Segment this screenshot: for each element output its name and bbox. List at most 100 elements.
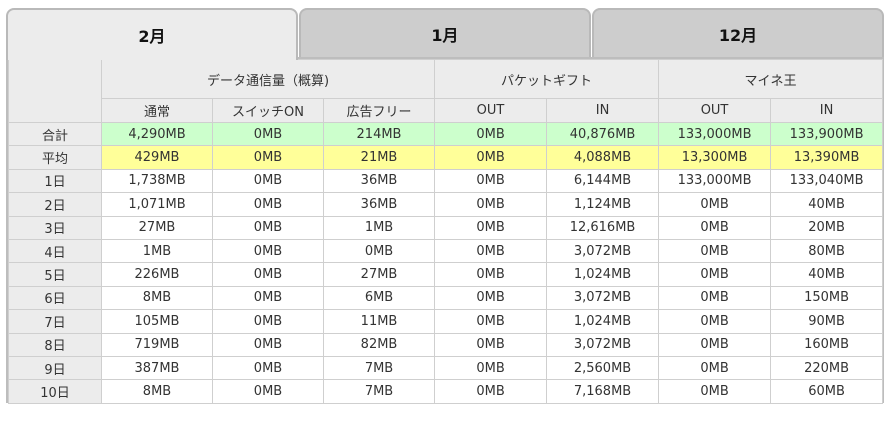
cell: 0MB — [322, 238, 436, 264]
daily-rows: 1日 1,738MB 0MB 36MB 0MB 6,144MB 133,000MB 133,0… — [8, 168, 884, 404]
row-label: 平均 — [8, 145, 102, 170]
cell: 3,072MB — [546, 332, 660, 357]
cell: 133,040MB — [770, 168, 884, 194]
row-label: 5日 — [8, 262, 102, 287]
row-label: 9日 — [8, 355, 102, 381]
cell: 0MB — [434, 379, 548, 404]
row-label: 10日 — [8, 379, 102, 404]
cell: 0MB — [434, 168, 548, 194]
cell: 0MB — [212, 192, 324, 217]
cell: 1,024MB — [546, 309, 660, 334]
cell: 150MB — [770, 285, 884, 311]
cell: 0MB — [434, 332, 548, 357]
cell: 6MB — [322, 285, 436, 311]
cell: 13,300MB — [658, 145, 772, 170]
table-row: 4日 1MB 0MB 0MB 0MB 3,072MB 0MB 80MB — [8, 238, 884, 264]
table-row: 5日 226MB 0MB 27MB 0MB 1,024MB 0MB 40MB — [8, 262, 884, 287]
cell: 719MB — [101, 332, 213, 357]
cell: 220MB — [770, 355, 884, 381]
col-header-normal: 通常 — [101, 98, 213, 123]
cell: 82MB — [322, 332, 436, 357]
cell: 0MB — [212, 332, 324, 357]
cell: 90MB — [770, 309, 884, 334]
cell: 214MB — [322, 121, 436, 147]
cell: 8MB — [101, 379, 213, 404]
cell: 7MB — [322, 355, 436, 381]
cell: 36MB — [322, 168, 436, 194]
cell: 1,124MB — [546, 192, 660, 217]
row-label: 4日 — [8, 238, 102, 264]
cell: 2,560MB — [546, 355, 660, 381]
cell: 1,071MB — [101, 192, 213, 217]
cell: 13,390MB — [770, 145, 884, 170]
cell: 1MB — [101, 238, 213, 264]
cell: 0MB — [212, 262, 324, 287]
cell: 0MB — [434, 309, 548, 334]
month-tabs: 2月 1月 12月 — [6, 8, 884, 60]
cell: 0MB — [658, 262, 772, 287]
data-usage-table: データ通信量（概算) パケットギフト マイネ王 通常 スイッチON 広告フリー … — [8, 59, 884, 404]
cell: 3,072MB — [546, 238, 660, 264]
cell: 387MB — [101, 355, 213, 381]
cell: 0MB — [658, 285, 772, 311]
cell: 21MB — [322, 145, 436, 170]
cell: 27MB — [101, 215, 213, 240]
col-header-ad-free: 広告フリー — [322, 98, 436, 123]
row-label: 7日 — [8, 309, 102, 334]
cell: 0MB — [434, 355, 548, 381]
cell: 0MB — [658, 379, 772, 404]
table-row: 8日 719MB 0MB 82MB 0MB 3,072MB 0MB 160MB — [8, 332, 884, 357]
cell: 0MB — [434, 215, 548, 240]
cell: 40,876MB — [546, 121, 660, 147]
group-header-packet-gift: パケットギフト — [434, 59, 660, 99]
col-header-gift-in: IN — [546, 98, 660, 123]
cell: 0MB — [434, 285, 548, 311]
cell: 0MB — [212, 238, 324, 264]
cell: 0MB — [212, 309, 324, 334]
cell: 0MB — [212, 379, 324, 404]
cell: 40MB — [770, 262, 884, 287]
cell: 40MB — [770, 192, 884, 217]
cell: 4,088MB — [546, 145, 660, 170]
cell: 0MB — [434, 262, 548, 287]
cell: 0MB — [212, 121, 324, 147]
cell: 0MB — [434, 238, 548, 264]
table-row: 1日 1,738MB 0MB 36MB 0MB 6,144MB 133,000MB 133,0… — [8, 168, 884, 194]
cell: 0MB — [658, 238, 772, 264]
cell: 0MB — [434, 121, 548, 147]
col-header-gift-out: OUT — [434, 98, 548, 123]
cell: 6,144MB — [546, 168, 660, 194]
cell: 133,900MB — [770, 121, 884, 147]
table-row: 10日 8MB 0MB 7MB 0MB 7,168MB 0MB 60MB — [8, 379, 884, 404]
group-header-mineo: マイネ王 — [658, 59, 884, 99]
row-label: 8日 — [8, 332, 102, 357]
row-label: 1日 — [8, 168, 102, 194]
cell: 133,000MB — [658, 121, 772, 147]
cell: 226MB — [101, 262, 213, 287]
table-row: 7日 105MB 0MB 11MB 0MB 1,024MB 0MB 90MB — [8, 309, 884, 334]
table-row: 2日 1,071MB 0MB 36MB 0MB 1,124MB 0MB 40MB — [8, 192, 884, 217]
cell: 7MB — [322, 379, 436, 404]
cell: 1,024MB — [546, 262, 660, 287]
tab-january[interactable]: 1月 — [299, 8, 591, 58]
cell: 0MB — [658, 192, 772, 217]
cell: 0MB — [212, 145, 324, 170]
cell: 133,000MB — [658, 168, 772, 194]
row-label: 3日 — [8, 215, 102, 240]
tab-february[interactable]: 2月 — [6, 8, 298, 60]
row-label: 合計 — [8, 121, 102, 147]
cell: 60MB — [770, 379, 884, 404]
col-header-switch-on: スイッチON — [212, 98, 324, 123]
col-header-mineo-out: OUT — [658, 98, 772, 123]
cell: 0MB — [658, 215, 772, 240]
cell: 0MB — [658, 355, 772, 381]
cell: 12,616MB — [546, 215, 660, 240]
cell: 0MB — [212, 168, 324, 194]
header-corner — [8, 59, 102, 123]
table-row: 3日 27MB 0MB 1MB 0MB 12,616MB 0MB 20MB — [8, 215, 884, 240]
row-label: 6日 — [8, 285, 102, 311]
cell: 4,290MB — [101, 121, 213, 147]
cell: 160MB — [770, 332, 884, 357]
cell: 429MB — [101, 145, 213, 170]
tab-december[interactable]: 12月 — [592, 8, 884, 58]
